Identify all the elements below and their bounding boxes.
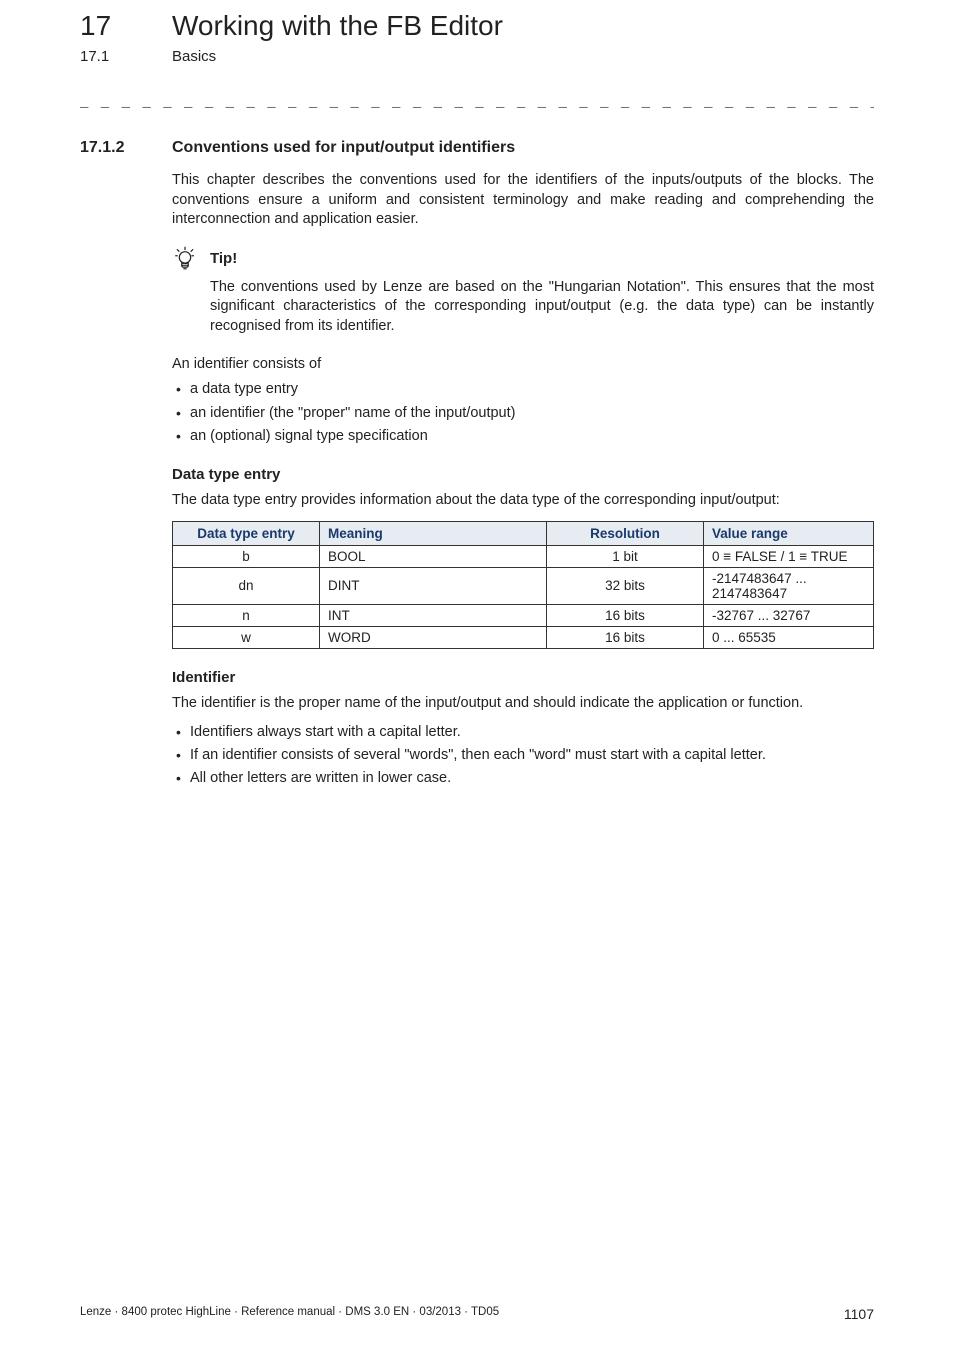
- list-item: If an identifier consists of several "wo…: [172, 744, 874, 767]
- cell-range: -32767 ... 32767: [704, 604, 874, 626]
- chapter-header: 17 Working with the FB Editor: [80, 10, 874, 42]
- chapter-title: Working with the FB Editor: [172, 10, 503, 42]
- cell-meaning: DINT: [320, 567, 547, 604]
- col-header-entry: Data type entry: [173, 521, 320, 545]
- cell-range: 0 ... 65535: [704, 626, 874, 648]
- tip-text: The conventions used by Lenze are based …: [210, 278, 874, 337]
- tip-label: Tip!: [210, 250, 237, 267]
- list-item: an identifier (the "proper" name of the …: [172, 402, 874, 425]
- data-type-entry-para: The data type entry provides information…: [172, 491, 874, 511]
- identifier-heading: Identifier: [172, 669, 874, 686]
- page: 17 Working with the FB Editor 17.1 Basic…: [0, 0, 954, 1350]
- data-type-table: Data type entry Meaning Resolution Value…: [172, 521, 874, 649]
- cell-resolution: 16 bits: [547, 604, 704, 626]
- body: This chapter describes the conventions u…: [172, 171, 874, 791]
- identifier-list: Identifiers always start with a capital …: [172, 721, 874, 791]
- subchapter-header: 17.1 Basics: [80, 48, 874, 65]
- cell-entry: w: [173, 626, 320, 648]
- lightbulb-icon: [172, 246, 198, 272]
- col-header-meaning: Meaning: [320, 521, 547, 545]
- section-title: Conventions used for input/output identi…: [172, 139, 515, 157]
- subchapter-number: 17.1: [80, 48, 140, 65]
- list-item: an (optional) signal type specification: [172, 425, 874, 448]
- list-item: Identifiers always start with a capital …: [172, 721, 874, 744]
- identifier-consists-list: a data type entry an identifier (the "pr…: [172, 378, 874, 448]
- data-type-entry-heading: Data type entry: [172, 466, 874, 483]
- table-row: b BOOL 1 bit 0 ≡ FALSE / 1 ≡ TRUE: [173, 545, 874, 567]
- table-row: dn DINT 32 bits -2147483647 ... 21474836…: [173, 567, 874, 604]
- cell-meaning: INT: [320, 604, 547, 626]
- intro-paragraph: This chapter describes the conventions u…: [172, 171, 874, 230]
- cell-range: 0 ≡ FALSE / 1 ≡ TRUE: [704, 545, 874, 567]
- cell-resolution: 16 bits: [547, 626, 704, 648]
- page-footer: Lenze · 8400 protec HighLine · Reference…: [80, 1306, 874, 1322]
- col-header-range: Value range: [704, 521, 874, 545]
- col-header-resolution: Resolution: [547, 521, 704, 545]
- chapter-number: 17: [80, 10, 140, 42]
- identifier-consists-lead: An identifier consists of: [172, 356, 874, 372]
- subchapter-title: Basics: [172, 48, 216, 65]
- cell-entry: n: [173, 604, 320, 626]
- section-header: 17.1.2 Conventions used for input/output…: [80, 139, 874, 157]
- list-item: All other letters are written in lower c…: [172, 767, 874, 790]
- page-number: 1107: [844, 1306, 874, 1322]
- dashed-separator: _ _ _ _ _ _ _ _ _ _ _ _ _ _ _ _ _ _ _ _ …: [80, 95, 874, 111]
- list-item: a data type entry: [172, 378, 874, 401]
- cell-meaning: WORD: [320, 626, 547, 648]
- table-header-row: Data type entry Meaning Resolution Value…: [173, 521, 874, 545]
- cell-resolution: 32 bits: [547, 567, 704, 604]
- cell-range: -2147483647 ... 2147483647: [704, 567, 874, 604]
- cell-entry: b: [173, 545, 320, 567]
- table-row: n INT 16 bits -32767 ... 32767: [173, 604, 874, 626]
- cell-meaning: BOOL: [320, 545, 547, 567]
- footer-left: Lenze · 8400 protec HighLine · Reference…: [80, 1306, 499, 1322]
- tip-header: Tip!: [172, 246, 874, 272]
- section-number: 17.1.2: [80, 139, 140, 157]
- cell-entry: dn: [173, 567, 320, 604]
- identifier-para: The identifier is the proper name of the…: [172, 694, 874, 714]
- table-row: w WORD 16 bits 0 ... 65535: [173, 626, 874, 648]
- cell-resolution: 1 bit: [547, 545, 704, 567]
